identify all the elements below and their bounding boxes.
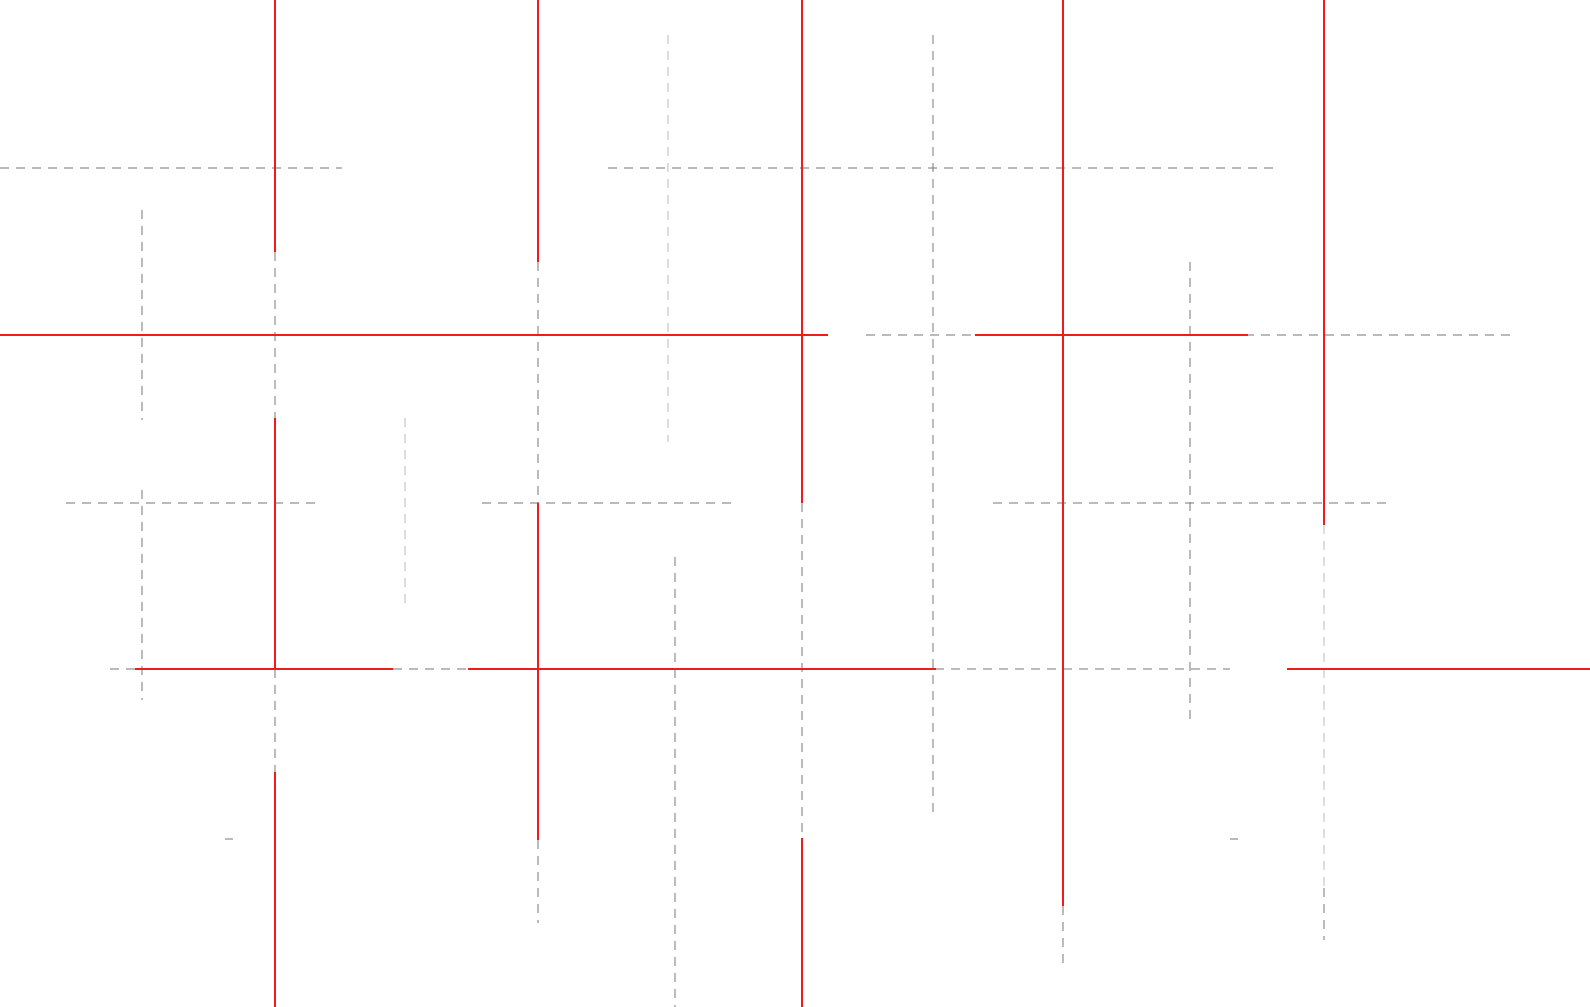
line-diagram [0, 0, 1590, 1007]
dashed-guide-lines [0, 35, 1512, 1007]
faint-dashed-guide-lines [404, 35, 1325, 888]
